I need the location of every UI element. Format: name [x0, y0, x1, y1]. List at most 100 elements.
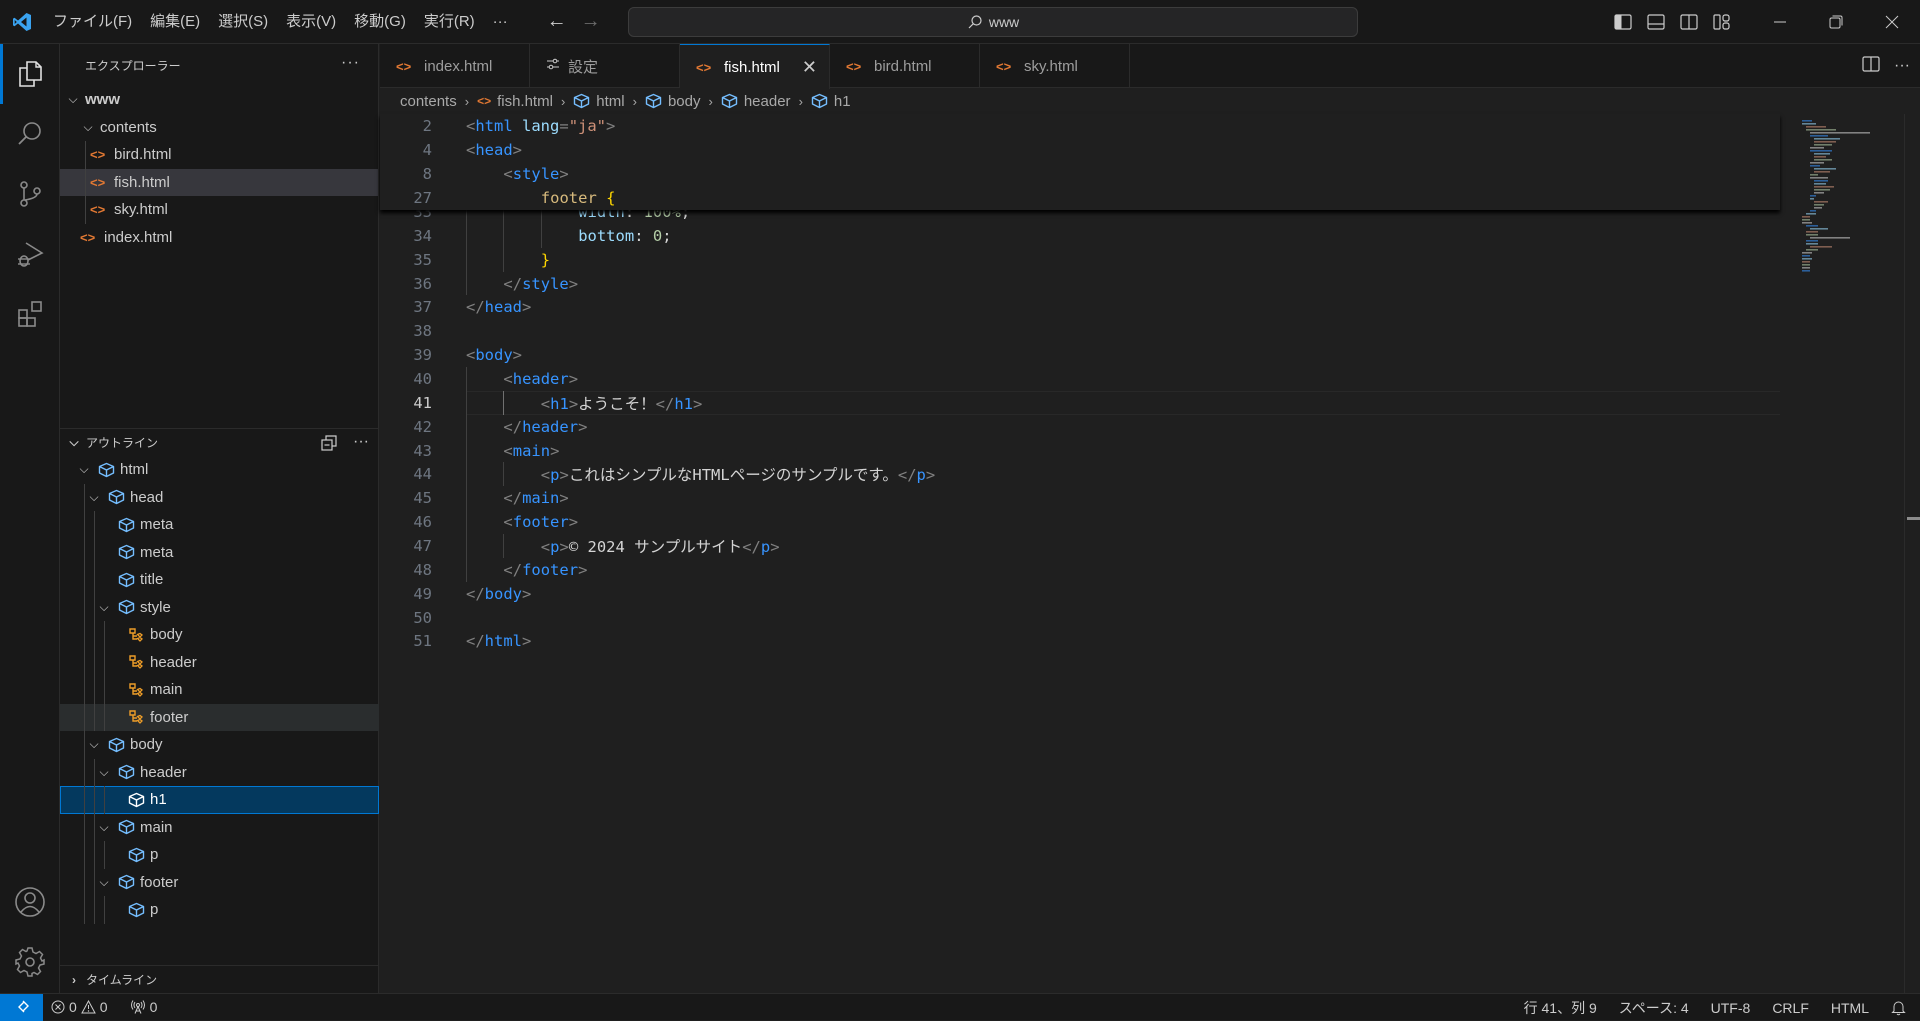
code-line[interactable]: 45 </main> [380, 486, 1780, 511]
outline-item-p[interactable]: p [60, 896, 379, 924]
menu-more[interactable]: ··· [484, 0, 517, 44]
editor-more-actions-button[interactable]: ··· [1894, 57, 1910, 75]
tab-settings[interactable]: 設定 [530, 44, 680, 88]
customize-layout-icon[interactable] [1705, 0, 1738, 44]
minimize-window-icon[interactable] [1752, 0, 1808, 44]
code-line[interactable]: 46 <footer> [380, 510, 1780, 534]
toggle-primary-sidebar-icon[interactable] [1606, 0, 1639, 44]
breadcrumb-item[interactable]: fish.html [497, 93, 553, 110]
outline-item-style[interactable]: ⌵ style [60, 593, 379, 621]
code-line[interactable]: 2 <html lang="ja"> [380, 114, 1780, 138]
split-editor-icon[interactable] [1862, 55, 1880, 77]
breadcrumb-item[interactable]: body [668, 93, 701, 110]
code-line[interactable]: 41 <h1>ようこそ！</h1> [380, 390, 1780, 415]
outline-item-footer[interactable]: footer [60, 703, 379, 731]
indentation[interactable]: スペース: 4 [1608, 998, 1700, 1018]
code-line[interactable]: 48 </footer> [380, 557, 1780, 582]
outline-item-body[interactable]: body [60, 621, 379, 649]
manage-gear-icon[interactable] [0, 932, 60, 992]
outline-item-main[interactable]: main [60, 676, 379, 704]
code-line[interactable]: 36 </style> [380, 271, 1780, 296]
code-line[interactable]: 47 <p>© 2024 サンプルサイト</p> [380, 533, 1780, 558]
language-mode[interactable]: HTML [1820, 1000, 1880, 1016]
remote-indicator-icon[interactable] [0, 993, 43, 1021]
back-arrow-icon[interactable]: ← [547, 10, 567, 33]
tab-bird-html[interactable]: <> bird.html [830, 44, 980, 88]
outline-item-main[interactable]: ⌵ main [60, 813, 379, 841]
explorer-more-actions-button[interactable]: ··· [341, 54, 360, 72]
sticky-scroll-header[interactable]: 2 <html lang="ja"> 4 <head> 8 <style> 27 footer… [380, 114, 1780, 210]
breadcrumb-item[interactable]: header [744, 93, 791, 110]
code-line[interactable]: 34 bottom: 0; [380, 223, 1780, 248]
explorer-icon[interactable] [0, 44, 60, 104]
code-line[interactable]: 35} [380, 247, 1780, 272]
outline-item-title[interactable]: title [60, 566, 379, 594]
minimap[interactable] [1780, 114, 1900, 993]
outline-item-header[interactable]: ⌵ header [60, 758, 379, 786]
outline-item-meta[interactable]: meta [60, 538, 379, 566]
code-line[interactable]: 37 </head> [380, 295, 1780, 319]
breadcrumb-item[interactable]: contents [400, 93, 457, 110]
search-icon[interactable] [0, 104, 60, 164]
end-of-line[interactable]: CRLF [1761, 1000, 1820, 1016]
outline-item-header[interactable]: header [60, 648, 379, 676]
ports-indicator[interactable]: 0 [122, 999, 166, 1015]
code-line[interactable]: 8 <style> [380, 162, 1780, 186]
outline-item-head[interactable]: ⌵ head [60, 483, 379, 511]
tab-sky-html[interactable]: <> sky.html [980, 44, 1130, 88]
collapse-all-icon[interactable] [321, 435, 337, 454]
menu-file[interactable]: ファイル(F) [44, 0, 141, 44]
editor-scrollbar[interactable] [1904, 114, 1920, 993]
menu-selection[interactable]: 選択(S) [209, 0, 277, 44]
tab-fish-html[interactable]: <> fish.html ✕ [680, 44, 830, 89]
menu-run[interactable]: 実行(R) [415, 0, 484, 44]
outline-section-header[interactable]: ⌵ アウトライン ··· [60, 428, 379, 456]
code-line[interactable]: 39 <body> [380, 343, 1780, 367]
toggle-secondary-sidebar-icon[interactable] [1672, 0, 1705, 44]
source-control-icon[interactable] [0, 164, 60, 224]
tree-file-fish-html[interactable]: <> fish.html [60, 168, 378, 196]
cursor-position[interactable]: 行 41、列 9 [1513, 998, 1608, 1018]
outline-item-footer[interactable]: ⌵ footer [60, 868, 379, 896]
tree-folder-www[interactable]: ⌵ www [60, 86, 378, 114]
outline-item-h1[interactable]: h1 [60, 786, 379, 814]
outline-more-actions-button[interactable]: ··· [353, 433, 369, 451]
code-line[interactable]: 49 </body> [380, 582, 1780, 606]
problems-indicator[interactable]: 0 0 [43, 999, 116, 1015]
code-line[interactable]: 50 [380, 606, 1780, 630]
run-and-debug-icon[interactable] [0, 224, 60, 284]
breadcrumb-item[interactable]: html [596, 93, 624, 110]
timeline-section-header[interactable]: › タイムライン [60, 965, 379, 993]
outline-item-html[interactable]: ⌵ html [60, 456, 379, 484]
outline-item-meta[interactable]: meta [60, 511, 379, 539]
code-line[interactable]: 44 <p>これはシンプルなHTMLページのサンプルです。</p> [380, 462, 1780, 487]
code-line[interactable]: 40 <header> [380, 367, 1780, 391]
close-tab-icon[interactable]: ✕ [802, 57, 817, 78]
tree-file-sky-html[interactable]: <> sky.html [60, 196, 378, 224]
restore-window-icon[interactable] [1808, 0, 1864, 44]
account-icon[interactable] [0, 872, 60, 932]
code-line[interactable]: 51 </html> [380, 629, 1780, 653]
tree-folder-contents[interactable]: ⌵ contents [60, 114, 378, 142]
tree-file-index-html[interactable]: <> index.html [60, 224, 378, 252]
encoding[interactable]: UTF-8 [1700, 1000, 1762, 1016]
breadcrumb-item[interactable]: h1 [834, 93, 851, 110]
code-editor[interactable]: 33 width: 100%; 34 bottom: 0; 35} 36 </style> 3… [380, 114, 1780, 993]
menu-view[interactable]: 表示(V) [277, 0, 345, 44]
code-line[interactable]: 27 footer { [380, 186, 1780, 210]
outline-item-body[interactable]: ⌵ body [60, 731, 379, 759]
forward-arrow-icon[interactable]: → [581, 10, 601, 33]
close-window-icon[interactable] [1864, 0, 1920, 44]
tab-index-html[interactable]: <> index.html [380, 44, 530, 88]
code-line[interactable]: 42 </header> [380, 414, 1780, 439]
code-line[interactable]: 38 [380, 319, 1780, 343]
command-center-search[interactable]: www [628, 7, 1358, 37]
menu-edit[interactable]: 編集(E) [141, 0, 209, 44]
toggle-panel-icon[interactable] [1639, 0, 1672, 44]
outline-item-p[interactable]: p [60, 841, 379, 869]
notifications-bell-icon[interactable] [1880, 1000, 1920, 1016]
menu-go[interactable]: 移動(G) [345, 0, 415, 44]
tree-file-bird-html[interactable]: <> bird.html [60, 141, 378, 169]
code-line[interactable]: 4 <head> [380, 138, 1780, 162]
extensions-icon[interactable] [0, 284, 60, 344]
